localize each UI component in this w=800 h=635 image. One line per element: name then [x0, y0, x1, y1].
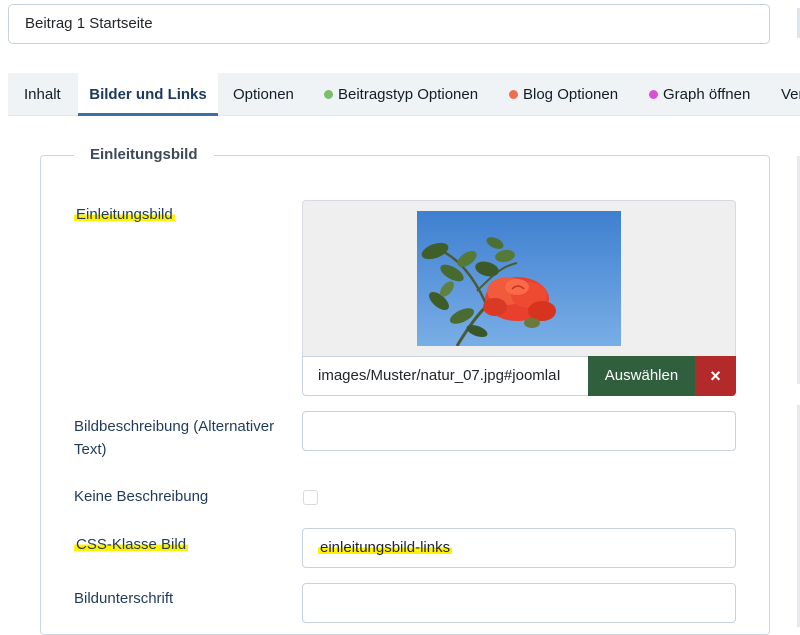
fieldset-legend: Einleitungsbild: [74, 145, 214, 165]
css-class-label: CSS-Klasse Bild: [74, 536, 189, 553]
magenta-dot-icon: [649, 90, 658, 99]
tab-label: Inhalt: [24, 86, 61, 103]
alt-text-label-line2: Text): [74, 441, 107, 458]
caption-input[interactable]: [302, 583, 736, 623]
alt-text-label: Bildbeschreibung (Alternativer Text): [74, 415, 294, 461]
intro-image-label: Einleitungsbild: [74, 206, 175, 223]
tab-bilder-und-links[interactable]: Bilder und Links: [78, 73, 218, 116]
no-description-label: Keine Beschreibung: [74, 488, 209, 505]
tab-label: Graph öffnen: [663, 86, 751, 103]
caption-label: Bildunterschrift: [74, 590, 174, 607]
alt-text-label-line1: Bildbeschreibung (Alternativer: [74, 418, 275, 435]
css-class-input[interactable]: einleitungsbild-links: [302, 528, 736, 568]
select-image-button[interactable]: Auswählen: [588, 356, 695, 396]
tab-optionen[interactable]: Optionen: [233, 73, 294, 116]
tab-label: Beitragstyp Optionen: [338, 86, 479, 103]
no-description-checkbox[interactable]: [303, 490, 318, 505]
tab-label: Ver: [781, 86, 800, 103]
orange-dot-icon: [509, 90, 518, 99]
tab-label: Blog Optionen: [523, 86, 619, 103]
close-icon: ×: [710, 366, 721, 386]
tab-blog-optionen[interactable]: Blog Optionen: [509, 73, 618, 116]
tab-inhalt[interactable]: Inhalt: [24, 73, 61, 116]
tab-beitragstyp-optionen[interactable]: Beitragstyp Optionen: [324, 73, 478, 116]
tab-graph-oeffnen[interactable]: Graph öffnen: [649, 73, 750, 116]
alt-text-input[interactable]: [302, 411, 736, 451]
green-dot-icon: [324, 90, 333, 99]
article-title-input[interactable]: Beitrag 1 Startseite: [8, 4, 770, 44]
clear-image-button[interactable]: ×: [695, 356, 736, 396]
tab-ver[interactable]: Ver: [781, 73, 800, 116]
tab-label: Optionen: [233, 86, 294, 103]
css-class-value: einleitungsbild-links: [318, 539, 453, 556]
rose-photo: [417, 211, 621, 346]
image-path-input[interactable]: images/Muster/natur_07.jpg#joomlaI: [302, 356, 589, 396]
tab-label: Bilder und Links: [89, 86, 207, 103]
